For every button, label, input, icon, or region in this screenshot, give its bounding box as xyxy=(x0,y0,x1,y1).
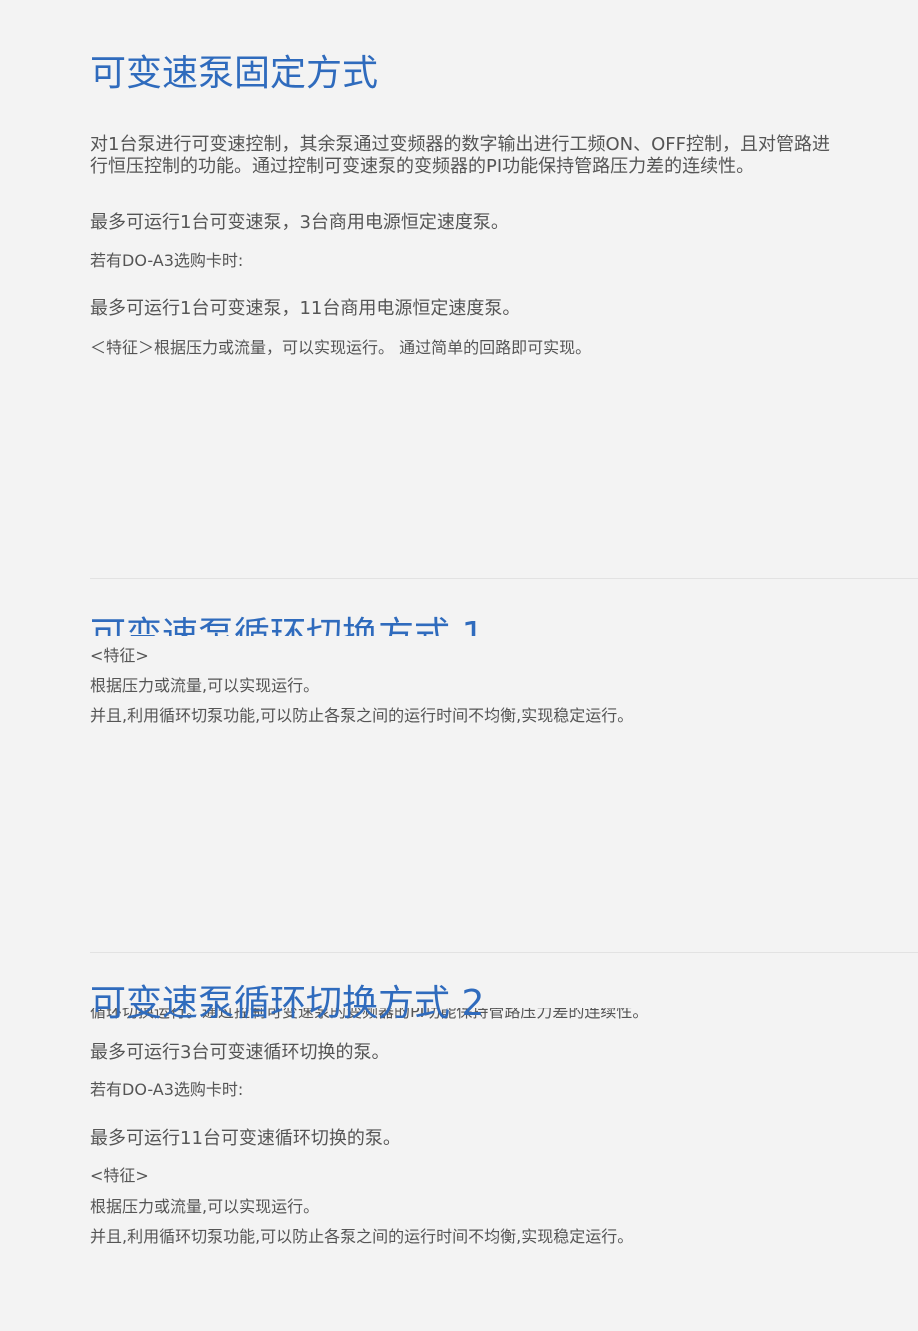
section-divider xyxy=(90,952,918,953)
section1-title: 可变速泵固定方式 xyxy=(90,53,379,94)
section1-features: ＜特征＞根据压力或流量，可以实现运行。 通过简单的回路即可实现。 xyxy=(90,338,592,357)
section2-features-label: <特征> xyxy=(90,646,149,665)
section3-feature-1: 根据压力或流量,可以实现运行。 xyxy=(90,1197,320,1216)
section3-option-capacity: 最多可运行11台可变速循环切换的泵。 xyxy=(90,1128,401,1149)
section3-capacity: 最多可运行3台可变速循环切换的泵。 xyxy=(90,1042,390,1063)
section3-title: 可变速泵循环切换方式 2 xyxy=(90,983,485,1024)
section1-option-note: 若有DO-A3选购卡时: xyxy=(90,251,244,270)
section-divider xyxy=(90,578,918,579)
section1-description: 对1台泵进行可变速控制，其余泵通过变频器的数字输出进行工频ON、OFF控制，且对… xyxy=(90,134,830,177)
section2-title-clip: 可变速泵循环切换方式 1 xyxy=(90,612,590,637)
section2-feature-2: 并且,利用循环切泵功能,可以防止各泵之间的运行时间不均衡,实现稳定运行。 xyxy=(90,706,634,725)
section1-capacity: 最多可运行1台可变速泵，3台商用电源恒定速度泵。 xyxy=(90,212,509,233)
section2-feature-1: 根据压力或流量,可以实现运行。 xyxy=(90,676,320,695)
section3-option-note: 若有DO-A3选购卡时: xyxy=(90,1080,244,1099)
section1-option-capacity: 最多可运行1台可变速泵，11台商用电源恒定速度泵。 xyxy=(90,298,521,319)
section3-feature-2: 并且,利用循环切泵功能,可以防止各泵之间的运行时间不均衡,实现稳定运行。 xyxy=(90,1227,634,1246)
section2-title: 可变速泵循环切换方式 1 xyxy=(90,615,485,637)
section3-features-label: <特征> xyxy=(90,1166,149,1185)
